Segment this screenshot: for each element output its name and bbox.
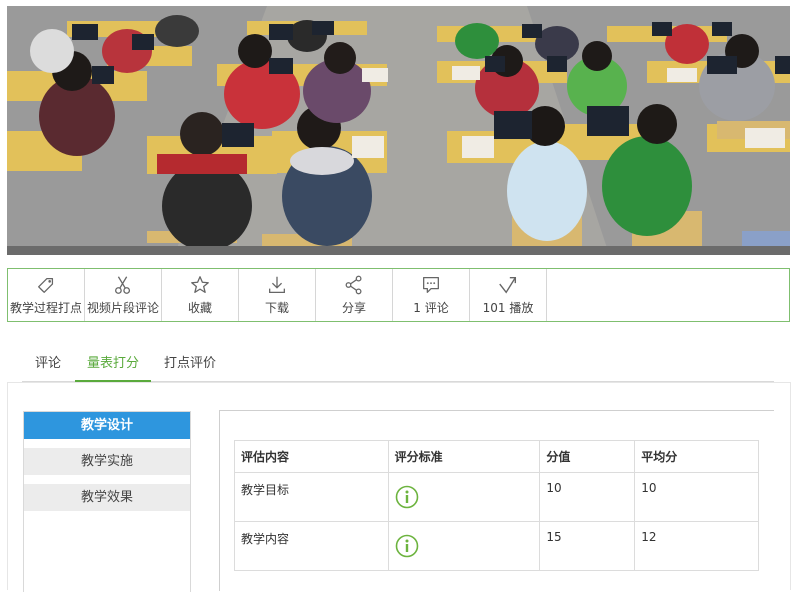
score-cell: 15 bbox=[539, 521, 636, 571]
download-button[interactable]: 下载 bbox=[239, 269, 316, 321]
toolbar-label: 101 播放 bbox=[482, 301, 534, 315]
column-header: 评分标准 bbox=[387, 440, 541, 473]
tag-icon bbox=[38, 277, 54, 293]
toolbar-label: 1 评论 bbox=[413, 301, 449, 315]
content-tabs: 评论 量表打分 打点评价 bbox=[22, 350, 774, 382]
table-row: 教学内容 15 12 bbox=[234, 521, 759, 571]
column-header: 评估内容 bbox=[234, 440, 389, 473]
video-player[interactable] bbox=[7, 6, 790, 248]
toolbar-label: 教学过程打点 bbox=[9, 301, 82, 315]
average-cell: 12 bbox=[634, 521, 759, 571]
scoring-standard-cell bbox=[387, 472, 541, 522]
sidebar-item-teaching-design[interactable]: 教学设计 bbox=[24, 412, 190, 439]
tab-scale-scoring[interactable]: 量表打分 bbox=[75, 350, 151, 382]
download-icon bbox=[269, 276, 285, 293]
scoring-table: 评估内容 评分标准 分值 平均分 教学目标 10 10 教学内容 15 12 bbox=[234, 440, 759, 571]
scoring-panel: 教学设计 教学实施 教学效果 评估内容 评分标准 分值 平均分 教学目标 10 … bbox=[7, 382, 791, 592]
toolbar-label: 视频片段评论 bbox=[86, 301, 159, 315]
sidebar-item-teaching-implementation[interactable]: 教学实施 bbox=[24, 448, 190, 475]
toolbar-label: 下载 bbox=[264, 301, 289, 315]
info-icon[interactable] bbox=[395, 485, 419, 509]
mark-teaching-process-button[interactable]: 教学过程打点 bbox=[8, 269, 85, 321]
star-icon bbox=[191, 276, 209, 293]
video-progress-bar[interactable] bbox=[7, 246, 790, 255]
scoring-standard-cell bbox=[387, 521, 541, 571]
info-icon[interactable] bbox=[395, 534, 419, 558]
tab-comments[interactable]: 评论 bbox=[26, 350, 70, 380]
sidebar-item-teaching-effect[interactable]: 教学效果 bbox=[24, 484, 190, 511]
scissors-icon bbox=[115, 276, 131, 294]
comment-icon bbox=[423, 277, 439, 293]
share-button[interactable]: 分享 bbox=[316, 269, 393, 321]
classroom-video-frame bbox=[7, 6, 790, 248]
favorite-button[interactable]: 收藏 bbox=[162, 269, 239, 321]
table-header-row: 评估内容 评分标准 分值 平均分 bbox=[234, 440, 759, 473]
column-header: 平均分 bbox=[634, 440, 759, 473]
toolbar-label: 收藏 bbox=[187, 301, 212, 315]
score-cell: 10 bbox=[539, 472, 636, 522]
average-cell: 10 bbox=[634, 472, 759, 522]
comment-button[interactable]: 1 评论 bbox=[393, 269, 470, 321]
play-count-icon bbox=[499, 276, 517, 294]
share-icon bbox=[345, 275, 362, 295]
evaluation-content-cell: 教学目标 bbox=[234, 472, 389, 522]
play-count-button[interactable]: 101 播放 bbox=[470, 269, 547, 321]
column-header: 分值 bbox=[539, 440, 636, 473]
toolbar-label: 分享 bbox=[341, 301, 366, 315]
table-row: 教学目标 10 10 bbox=[234, 472, 759, 522]
video-clip-comment-button[interactable]: 视频片段评论 bbox=[85, 269, 162, 321]
tab-point-evaluation[interactable]: 打点评价 bbox=[160, 350, 220, 380]
video-action-toolbar: 教学过程打点 视频片段评论 收藏 下载 分享 1 评论 101 播放 bbox=[7, 268, 790, 322]
category-sidebar: 教学设计 教学实施 教学效果 bbox=[23, 411, 191, 592]
evaluation-content-cell: 教学内容 bbox=[234, 521, 389, 571]
